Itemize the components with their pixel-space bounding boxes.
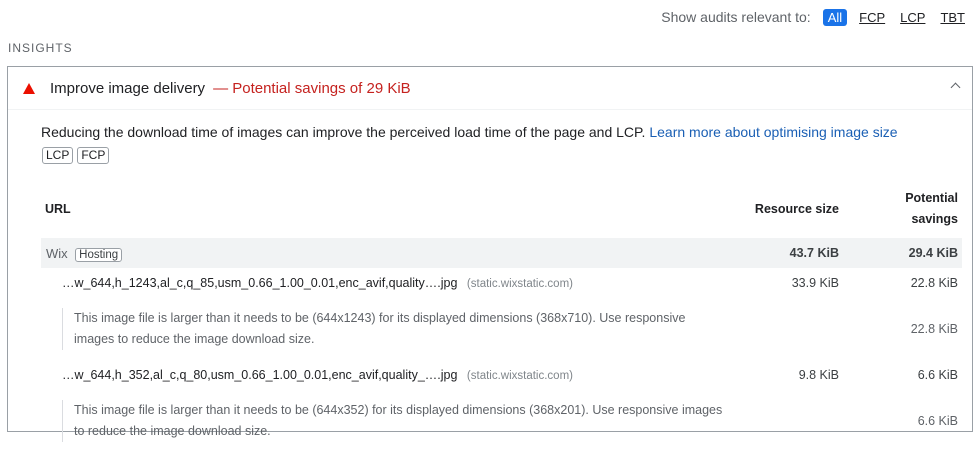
metric-badge-lcp: LCP — [42, 147, 74, 164]
subrow-savings: 6.6 KiB — [917, 414, 958, 428]
column-header-url: URL — [45, 202, 71, 216]
column-header-resource-size: Resource size — [754, 202, 839, 216]
audit-description: Reducing the download time of images can… — [41, 122, 961, 142]
table-row: …w_644,h_352,al_c,q_80,usm_0.66_1.00_0.0… — [41, 360, 962, 390]
filter-chip-all[interactable]: All — [822, 8, 848, 26]
filter-chip-lcp[interactable]: LCP — [897, 9, 928, 26]
filter-chip-fcp[interactable]: FCP — [856, 9, 888, 26]
warning-triangle-icon — [23, 82, 35, 94]
audit-card: Improve image delivery — Potential savin… — [7, 66, 973, 442]
resource-host: (static.wixstatic.com) — [466, 370, 573, 382]
resource-size: 33.9 KiB — [791, 276, 839, 290]
column-header-savings: savings — [911, 212, 958, 226]
entity-cell: Wix Hosting — [41, 238, 708, 268]
learn-more-link[interactable]: Learn more about optimising image size — [649, 124, 897, 140]
audit-title: Improve image delivery — [50, 79, 206, 97]
subrow-description: This image file is larger than it needs … — [62, 400, 724, 442]
subrow-savings: 22.8 KiB — [910, 322, 958, 336]
resource-host: (static.wixstatic.com) — [466, 278, 573, 290]
entity-badge: Hosting — [75, 247, 123, 262]
entity-savings: 29.4 KiB — [849, 238, 962, 268]
resource-size: 9.8 KiB — [798, 368, 839, 382]
section-title: INSIGHTS — [8, 41, 73, 55]
audit-savings: — Potential savings of 29 KiB — [213, 79, 411, 97]
table-row: …w_644,h_1243,al_c,q_85,usm_0.66_1.00_0.… — [41, 268, 962, 298]
column-header-potential-savings: Potential savings — [849, 180, 962, 238]
table-header-row: URL Resource size Potential savings — [41, 180, 962, 238]
filter-chip-tbt[interactable]: TBT — [937, 9, 968, 26]
audit-header[interactable]: Improve image delivery — Potential savin… — [8, 67, 972, 110]
resource-url[interactable]: …w_644,h_1243,al_c,q_85,usm_0.66_1.00_0.… — [42, 276, 457, 290]
subrow-text-cell: This image file is larger than it needs … — [41, 298, 849, 360]
audit-details-table: URL Resource size Potential savings Wix … — [41, 180, 962, 452]
resource-savings: 6.6 KiB — [917, 368, 958, 382]
entity-resource-size: 43.7 KiB — [708, 238, 849, 268]
chevron-up-icon[interactable] — [950, 82, 961, 93]
table-subrow: This image file is larger than it needs … — [41, 298, 962, 360]
metric-badges: LCP FCP — [42, 147, 110, 164]
table-subrow: This image file is larger than it needs … — [41, 390, 962, 452]
column-header-potential: Potential — [905, 191, 958, 205]
entity-group-row: Wix Hosting 43.7 KiB 29.4 KiB — [41, 238, 962, 268]
resource-savings: 22.8 KiB — [910, 276, 958, 290]
url-cell: …w_644,h_1243,al_c,q_85,usm_0.66_1.00_0.… — [41, 268, 708, 298]
metric-badge-fcp: FCP — [77, 147, 110, 164]
resource-url[interactable]: …w_644,h_352,al_c,q_80,usm_0.66_1.00_0.0… — [42, 368, 457, 382]
url-cell: …w_644,h_352,al_c,q_80,usm_0.66_1.00_0.0… — [41, 360, 708, 390]
audit-filter-bar: Show audits relevant to: All FCP LCP TBT — [661, 7, 968, 27]
subrow-description: This image file is larger than it needs … — [62, 308, 724, 350]
subrow-text-cell: This image file is larger than it needs … — [41, 390, 849, 452]
description-text: Reducing the download time of images can… — [41, 124, 646, 140]
filter-label: Show audits relevant to: — [661, 9, 811, 25]
entity-name: Wix — [46, 245, 68, 261]
